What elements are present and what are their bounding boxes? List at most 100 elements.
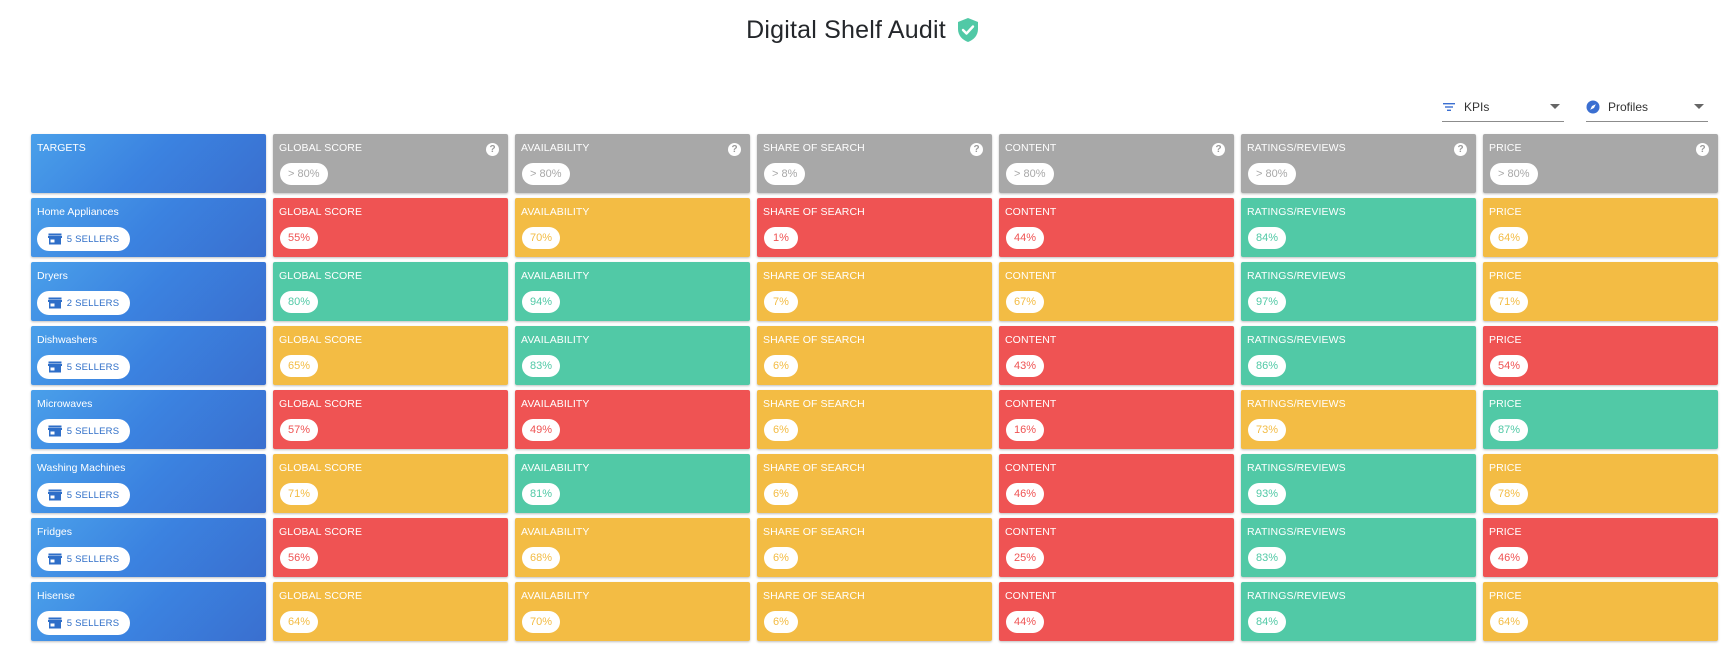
kpi-cell[interactable]: SHARE OF SEARCH 6% [757,518,992,577]
sellers-button[interactable]: 5 SELLERS [37,227,130,251]
kpi-value-badge: 65% [280,355,319,377]
help-icon[interactable]: ? [970,143,983,156]
kpi-cell[interactable]: RATINGS/REVIEWS 73% [1241,390,1476,449]
kpi-value-badge: 70% [522,227,561,249]
kpi-value-badge: 6% [764,419,798,441]
kpi-label: RATINGS/REVIEWS [1247,462,1346,474]
kpi-value-badge: 84% [1248,611,1287,633]
kpi-cell[interactable]: PRICE 64% [1483,198,1718,257]
category-header[interactable]: Home Appliances 5 SELLERS [31,198,266,257]
kpi-label: GLOBAL SCORE [279,206,363,218]
kpi-value-badge: 81% [522,483,561,505]
category-header[interactable]: Fridges 5 SELLERS [31,518,266,577]
kpi-cell[interactable]: GLOBAL SCORE 56% [273,518,508,577]
kpi-cell[interactable]: RATINGS/REVIEWS 97% [1241,262,1476,321]
kpi-cell[interactable]: GLOBAL SCORE 64% [273,582,508,641]
help-icon[interactable]: ? [1696,143,1709,156]
kpi-value-badge: 83% [1248,547,1287,569]
kpi-cell[interactable]: SHARE OF SEARCH 6% [757,326,992,385]
kpi-label: AVAILABILITY [521,398,590,410]
target-cell: CONTENT? > 80% [999,134,1234,193]
kpi-value-badge: 55% [280,227,319,249]
kpi-cell[interactable]: PRICE 87% [1483,390,1718,449]
kpi-cell[interactable]: AVAILABILITY 70% [515,198,750,257]
kpi-cell[interactable]: AVAILABILITY 70% [515,582,750,641]
kpi-cell[interactable]: PRICE 71% [1483,262,1718,321]
kpi-value-badge: 87% [1490,419,1529,441]
kpi-label: PRICE [1489,398,1522,410]
kpi-label: RATINGS/REVIEWS [1247,398,1346,410]
kpi-cell[interactable]: RATINGS/REVIEWS 86% [1241,326,1476,385]
help-icon[interactable]: ? [728,143,741,156]
kpi-cell[interactable]: SHARE OF SEARCH 6% [757,454,992,513]
kpi-value-badge: 43% [1006,355,1045,377]
kpi-cell[interactable]: AVAILABILITY 83% [515,326,750,385]
category-header[interactable]: Hisense 5 SELLERS [31,582,266,641]
kpi-cell[interactable]: PRICE 46% [1483,518,1718,577]
kpi-value-badge: 6% [764,355,798,377]
filter-icon [1443,102,1455,111]
kpi-cell[interactable]: CONTENT 16% [999,390,1234,449]
help-icon[interactable]: ? [486,143,499,156]
sellers-button[interactable]: 5 SELLERS [37,547,130,571]
category-header[interactable]: Dryers 2 SELLERS [31,262,266,321]
kpi-cell[interactable]: SHARE OF SEARCH 6% [757,582,992,641]
kpi-cell[interactable]: GLOBAL SCORE 71% [273,454,508,513]
category-header[interactable]: Washing Machines 5 SELLERS [31,454,266,513]
sellers-button[interactable]: 5 SELLERS [37,419,130,443]
kpi-cell[interactable]: PRICE 64% [1483,582,1718,641]
kpi-value-badge: 16% [1006,419,1045,441]
kpi-cell[interactable]: PRICE 78% [1483,454,1718,513]
kpi-value-badge: 64% [1490,227,1529,249]
kpi-label: GLOBAL SCORE [279,334,363,346]
kpi-cell[interactable]: GLOBAL SCORE 55% [273,198,508,257]
kpi-cell[interactable]: AVAILABILITY 68% [515,518,750,577]
kpi-cell[interactable]: CONTENT 44% [999,198,1234,257]
kpi-cell[interactable]: CONTENT 67% [999,262,1234,321]
target-cell-label: RATINGS/REVIEWS [1247,142,1346,154]
target-value-badge: > 80% [522,163,570,185]
kpi-cell[interactable]: SHARE OF SEARCH 7% [757,262,992,321]
kpi-cell[interactable]: AVAILABILITY 81% [515,454,750,513]
sellers-button[interactable]: 5 SELLERS [37,483,130,507]
kpi-value-badge: 94% [522,291,561,313]
kpi-cell[interactable]: AVAILABILITY 49% [515,390,750,449]
sellers-button[interactable]: 2 SELLERS [37,291,130,315]
kpi-value-badge: 49% [522,419,561,441]
category-header[interactable]: Microwaves 5 SELLERS [31,390,266,449]
store-icon [47,553,62,565]
kpi-cell[interactable]: SHARE OF SEARCH 6% [757,390,992,449]
kpi-cell[interactable]: RATINGS/REVIEWS 84% [1241,198,1476,257]
kpi-cell[interactable]: RATINGS/REVIEWS 93% [1241,454,1476,513]
kpi-cell[interactable]: RATINGS/REVIEWS 84% [1241,582,1476,641]
kpi-cell[interactable]: GLOBAL SCORE 80% [273,262,508,321]
sellers-count: 5 SELLERS [66,233,120,245]
help-icon[interactable]: ? [1454,143,1467,156]
category-name: Microwaves [37,398,93,410]
kpi-value-badge: 70% [522,611,561,633]
kpi-value-badge: 56% [280,547,319,569]
kpi-cell[interactable]: PRICE 54% [1483,326,1718,385]
kpi-cell[interactable]: SHARE OF SEARCH 1% [757,198,992,257]
kpis-filter-dropdown[interactable]: KPIs [1442,92,1564,122]
kpi-cell[interactable]: CONTENT 43% [999,326,1234,385]
kpi-label: RATINGS/REVIEWS [1247,334,1346,346]
kpi-cell[interactable]: RATINGS/REVIEWS 83% [1241,518,1476,577]
sellers-button[interactable]: 5 SELLERS [37,355,130,379]
compass-icon [1586,100,1600,113]
target-cell-label: CONTENT [1005,142,1057,154]
kpi-cell[interactable]: CONTENT 46% [999,454,1234,513]
kpi-cell[interactable]: CONTENT 25% [999,518,1234,577]
kpi-value-badge: 83% [522,355,561,377]
kpi-label: CONTENT [1005,334,1057,346]
kpi-cell[interactable]: AVAILABILITY 94% [515,262,750,321]
profiles-filter-dropdown[interactable]: Profiles [1586,92,1708,122]
kpi-cell[interactable]: GLOBAL SCORE 57% [273,390,508,449]
category-header[interactable]: Dishwashers 5 SELLERS [31,326,266,385]
help-icon[interactable]: ? [1212,143,1225,156]
sellers-button[interactable]: 5 SELLERS [37,611,130,635]
kpi-value-badge: 78% [1490,483,1529,505]
kpi-cell[interactable]: CONTENT 44% [999,582,1234,641]
kpi-cell[interactable]: GLOBAL SCORE 65% [273,326,508,385]
category-name: Dryers [37,270,68,282]
